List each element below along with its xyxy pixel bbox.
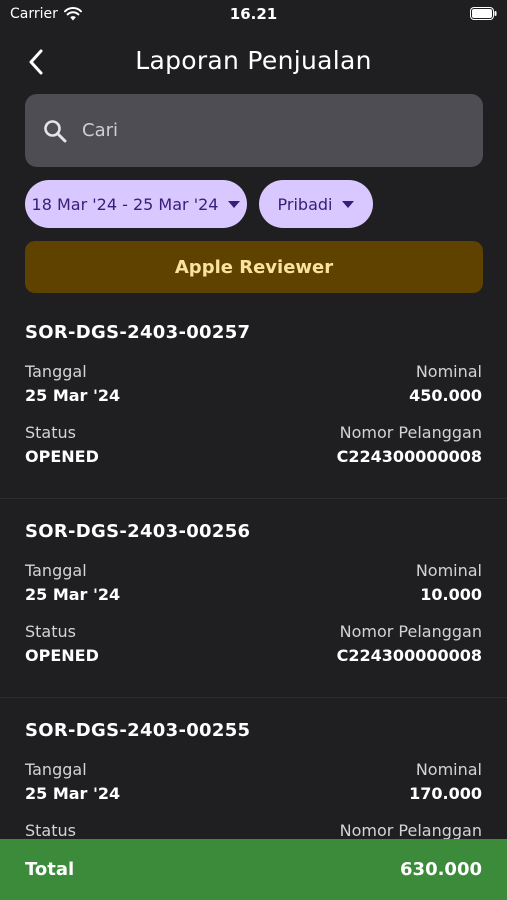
amount-value: 170.000 — [409, 784, 482, 803]
date-label: Tanggal — [25, 760, 87, 779]
status-bar: Carrier 16.21 — [0, 0, 507, 28]
total-label: Total — [25, 859, 75, 880]
search-input[interactable] — [82, 110, 442, 151]
status-label: Status — [25, 821, 76, 840]
status-label: Status — [25, 423, 76, 442]
amount-value: 450.000 — [409, 386, 482, 405]
header: Laporan Penjualan — [0, 40, 507, 84]
customer-no-label: Nomor Pelanggan — [339, 622, 482, 641]
order-id: SOR-DGS-2403-00256 — [25, 521, 251, 542]
date-label: Tanggal — [25, 362, 87, 381]
order-list: SOR-DGS-2403-00257 Tanggal 25 Mar '24 No… — [0, 300, 507, 897]
date-value: 25 Mar '24 — [25, 386, 121, 405]
total-bar: Total 630.000 — [0, 839, 507, 900]
customer-no-value: C224300000008 — [336, 646, 482, 665]
screen: Carrier 16.21 Laporan Penjualan Cari 18 … — [0, 0, 507, 900]
search-box[interactable] — [25, 94, 483, 167]
status-value: OPENED — [25, 447, 99, 466]
total-value: 630.000 — [400, 859, 482, 880]
caret-down-icon — [228, 200, 241, 208]
order-id: SOR-DGS-2403-00255 — [25, 720, 251, 741]
customer-no-value: C224300000008 — [336, 447, 482, 466]
date-range-label: 18 Mar '24 - 25 Mar '24 — [31, 194, 219, 214]
type-filter[interactable]: Pribadi — [259, 180, 373, 228]
date-label: Tanggal — [25, 561, 87, 580]
type-filter-label: Pribadi — [277, 194, 333, 214]
amount-label: Nominal — [415, 362, 482, 381]
caret-down-icon — [342, 200, 355, 208]
reviewer-label: Apple Reviewer — [174, 256, 334, 278]
status-label: Status — [25, 622, 76, 641]
search-icon — [44, 119, 67, 142]
reviewer-banner: Apple Reviewer — [25, 241, 483, 293]
status-value: OPENED — [25, 646, 99, 665]
customer-no-label: Nomor Pelanggan — [339, 821, 482, 840]
date-value: 25 Mar '24 — [25, 585, 121, 604]
date-range-filter[interactable]: 18 Mar '24 - 25 Mar '24 — [25, 180, 247, 228]
order-card[interactable]: SOR-DGS-2403-00256 Tanggal 25 Mar '24 No… — [0, 499, 507, 698]
battery-icon — [470, 7, 497, 20]
page-title: Laporan Penjualan — [135, 46, 372, 75]
order-id: SOR-DGS-2403-00257 — [25, 322, 251, 343]
clock: 16.21 — [229, 5, 278, 23]
amount-value: 10.000 — [420, 585, 482, 604]
amount-label: Nominal — [415, 561, 482, 580]
amount-label: Nominal — [415, 760, 482, 779]
order-card[interactable]: SOR-DGS-2403-00257 Tanggal 25 Mar '24 No… — [0, 300, 507, 499]
date-value: 25 Mar '24 — [25, 784, 121, 803]
customer-no-label: Nomor Pelanggan — [339, 423, 482, 442]
